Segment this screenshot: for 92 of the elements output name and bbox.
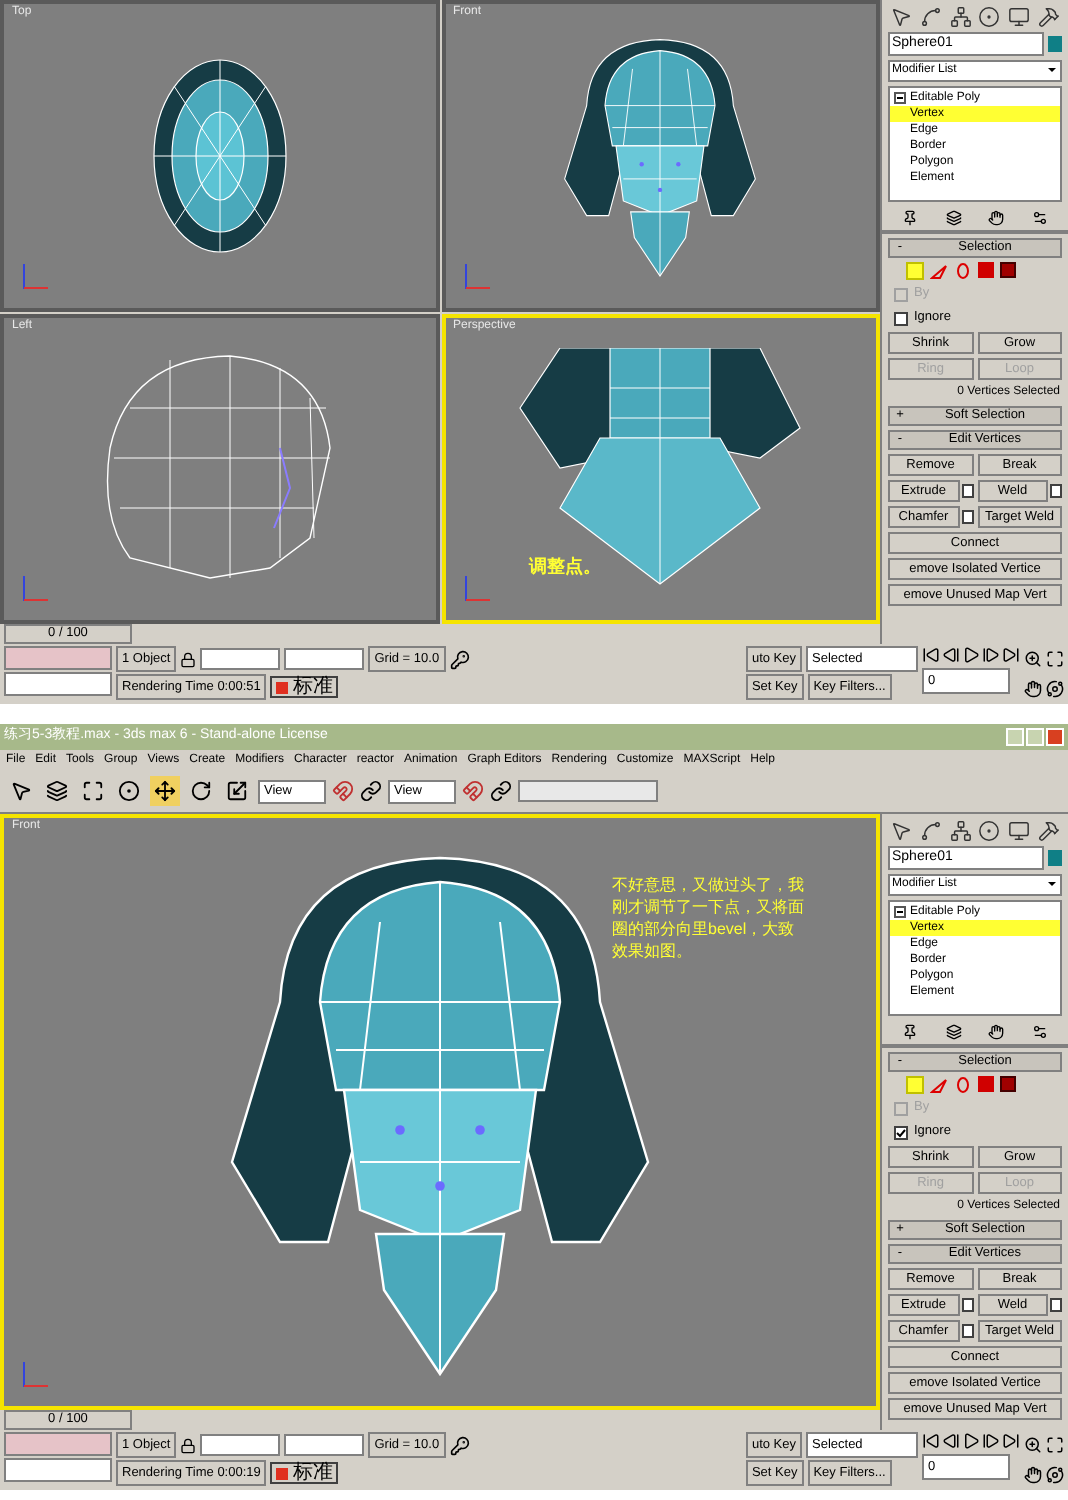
- zoom-extents-icon[interactable]: [1046, 650, 1064, 668]
- step-forward-icon[interactable]: [982, 1432, 1000, 1450]
- step-forward-icon[interactable]: [982, 646, 1000, 664]
- link-icon[interactable]: [360, 780, 382, 802]
- circle-icon[interactable]: [978, 6, 1001, 28]
- script-input-field[interactable]: [4, 1458, 112, 1482]
- layers-icon[interactable]: [945, 1024, 962, 1040]
- move-icon[interactable]: [150, 776, 180, 806]
- script-listener-field[interactable]: [4, 1432, 112, 1456]
- orbit-icon[interactable]: [1046, 680, 1064, 698]
- coordinate-field[interactable]: [200, 648, 281, 670]
- monitor-icon[interactable]: [1008, 6, 1031, 28]
- layers-icon[interactable]: [42, 776, 72, 806]
- ime-mode[interactable]: 标准: [292, 677, 333, 697]
- zoom-extents-icon[interactable]: [1046, 1436, 1064, 1454]
- hand-icon[interactable]: [988, 210, 1005, 226]
- hammer-icon[interactable]: [1038, 6, 1061, 28]
- curve-icon[interactable]: [919, 820, 942, 842]
- play-icon[interactable]: [962, 1432, 980, 1450]
- checkbox[interactable]: [894, 1125, 908, 1139]
- curve-icon[interactable]: [919, 6, 942, 28]
- circle-icon[interactable]: [978, 820, 1001, 842]
- step-back-icon[interactable]: [942, 646, 960, 664]
- play-icon[interactable]: [962, 646, 980, 664]
- settings-box-icon[interactable]: [1050, 1298, 1062, 1312]
- key-icon[interactable]: [449, 649, 470, 669]
- magnet-icon[interactable]: [332, 780, 354, 802]
- border-mode-icon[interactable]: [954, 1076, 972, 1094]
- pin-icon[interactable]: [901, 210, 918, 226]
- layers-icon[interactable]: [945, 210, 962, 226]
- pointer-icon[interactable]: [889, 820, 912, 842]
- ime-mode[interactable]: 标准: [292, 1463, 333, 1483]
- pointer-icon[interactable]: [889, 6, 912, 28]
- axis-gizmo-icon: [461, 572, 493, 604]
- step-back-icon[interactable]: [942, 1432, 960, 1450]
- axis-gizmo-icon: [20, 1358, 52, 1390]
- border-mode-icon[interactable]: [954, 262, 972, 280]
- annotation-text: 调整点。: [529, 553, 601, 580]
- circle-icon[interactable]: [114, 776, 144, 806]
- lock-icon[interactable]: [180, 1437, 197, 1453]
- hammer-icon[interactable]: [1038, 820, 1061, 842]
- monitor-icon[interactable]: [1008, 820, 1031, 842]
- key-icon[interactable]: [449, 1435, 470, 1455]
- pan-icon[interactable]: [1024, 680, 1042, 698]
- axis-gizmo-icon: [461, 259, 493, 291]
- configure-icon[interactable]: [1032, 210, 1049, 226]
- skip-forward-icon[interactable]: [1002, 1432, 1020, 1450]
- pin-icon[interactable]: [901, 1024, 918, 1040]
- object-color-swatch[interactable]: [1048, 36, 1062, 52]
- settings-box-icon[interactable]: [961, 510, 973, 524]
- zoom-icon[interactable]: [1024, 650, 1042, 668]
- edge-mode-icon[interactable]: [930, 1076, 948, 1094]
- skip-back-icon[interactable]: [922, 1432, 940, 1450]
- zoom-icon[interactable]: [1024, 1436, 1042, 1454]
- dropdown-arrow-icon: [1046, 64, 1058, 76]
- lock-icon[interactable]: [180, 651, 197, 667]
- edge-mode-icon[interactable]: [930, 262, 948, 280]
- skip-forward-icon[interactable]: [1002, 646, 1020, 664]
- ime-logo-icon[interactable]: [276, 1467, 289, 1479]
- selection-set-field[interactable]: [518, 780, 658, 802]
- settings-box-icon[interactable]: [961, 484, 973, 498]
- collapse-icon[interactable]: [894, 906, 906, 918]
- object-color-swatch[interactable]: [1048, 850, 1062, 866]
- rotate-icon[interactable]: [186, 776, 216, 806]
- dropdown-arrow-icon: [1046, 878, 1058, 890]
- hand-icon[interactable]: [988, 1024, 1005, 1040]
- ime-logo-icon[interactable]: [276, 681, 289, 693]
- axis-gizmo-icon: [20, 259, 52, 291]
- check-icon: [896, 1127, 906, 1137]
- settings-box-icon[interactable]: [1050, 484, 1062, 498]
- axis-gizmo-icon: [20, 572, 52, 604]
- link-icon[interactable]: [490, 780, 512, 802]
- checkbox[interactable]: [894, 311, 908, 325]
- script-listener-field[interactable]: [4, 646, 112, 670]
- coordinate-field[interactable]: [200, 1434, 281, 1456]
- hierarchy-icon[interactable]: [949, 6, 972, 28]
- hierarchy-icon[interactable]: [949, 820, 972, 842]
- settings-box-icon[interactable]: [961, 1324, 973, 1338]
- annotation-text: 不好意思，又做过头了，我刚才调节了一下点，又将面圈的部分向里bevel，大致效果如图。: [612, 874, 804, 962]
- magnet-icon[interactable]: [462, 780, 484, 802]
- frame-icon[interactable]: [78, 776, 108, 806]
- coordinate-field[interactable]: [284, 648, 365, 670]
- collapse-icon[interactable]: [894, 92, 906, 104]
- orbit-icon[interactable]: [1046, 1466, 1064, 1484]
- close-icon[interactable]: [1046, 728, 1064, 746]
- scale-icon[interactable]: [222, 776, 252, 806]
- script-input-field[interactable]: [4, 672, 112, 696]
- configure-icon[interactable]: [1032, 1024, 1049, 1040]
- coordinate-field[interactable]: [284, 1434, 365, 1456]
- pan-icon[interactable]: [1024, 1466, 1042, 1484]
- settings-box-icon[interactable]: [961, 1298, 973, 1312]
- skip-back-icon[interactable]: [922, 646, 940, 664]
